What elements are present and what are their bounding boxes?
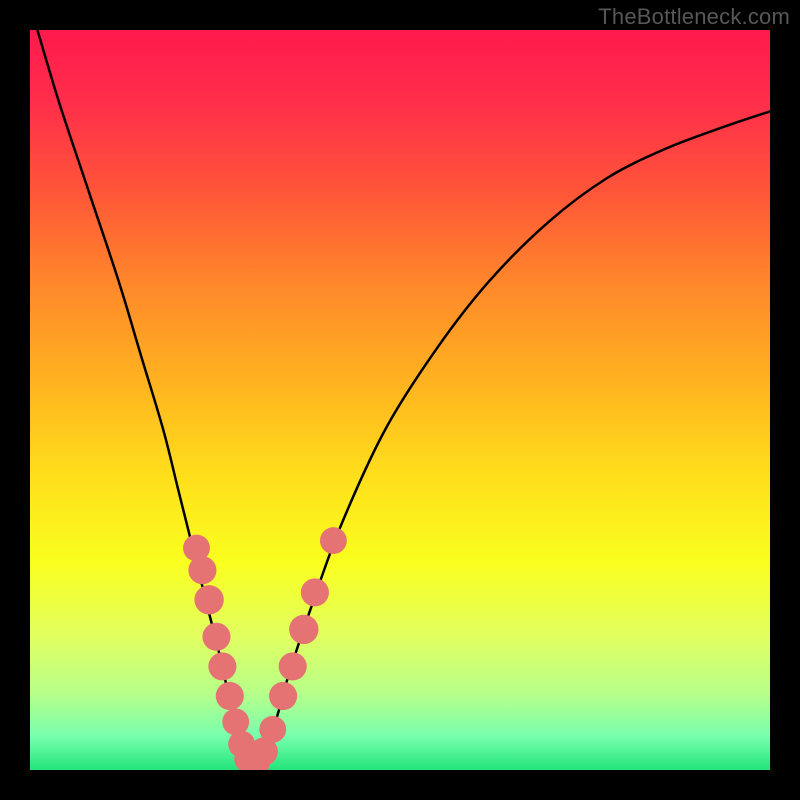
- plot-svg: [30, 30, 770, 770]
- data-marker: [202, 623, 230, 651]
- data-marker: [320, 527, 347, 554]
- data-marker: [216, 682, 244, 710]
- data-marker: [208, 652, 236, 680]
- chart-frame: TheBottleneck.com: [0, 0, 800, 800]
- gradient-background: [30, 30, 770, 770]
- data-marker: [289, 615, 318, 644]
- data-marker: [269, 682, 297, 710]
- plot-area: [30, 30, 770, 770]
- data-marker: [259, 716, 286, 743]
- data-marker: [279, 652, 307, 680]
- data-marker: [301, 578, 329, 606]
- data-marker: [194, 585, 223, 614]
- data-marker: [188, 556, 216, 584]
- watermark-text: TheBottleneck.com: [598, 4, 790, 30]
